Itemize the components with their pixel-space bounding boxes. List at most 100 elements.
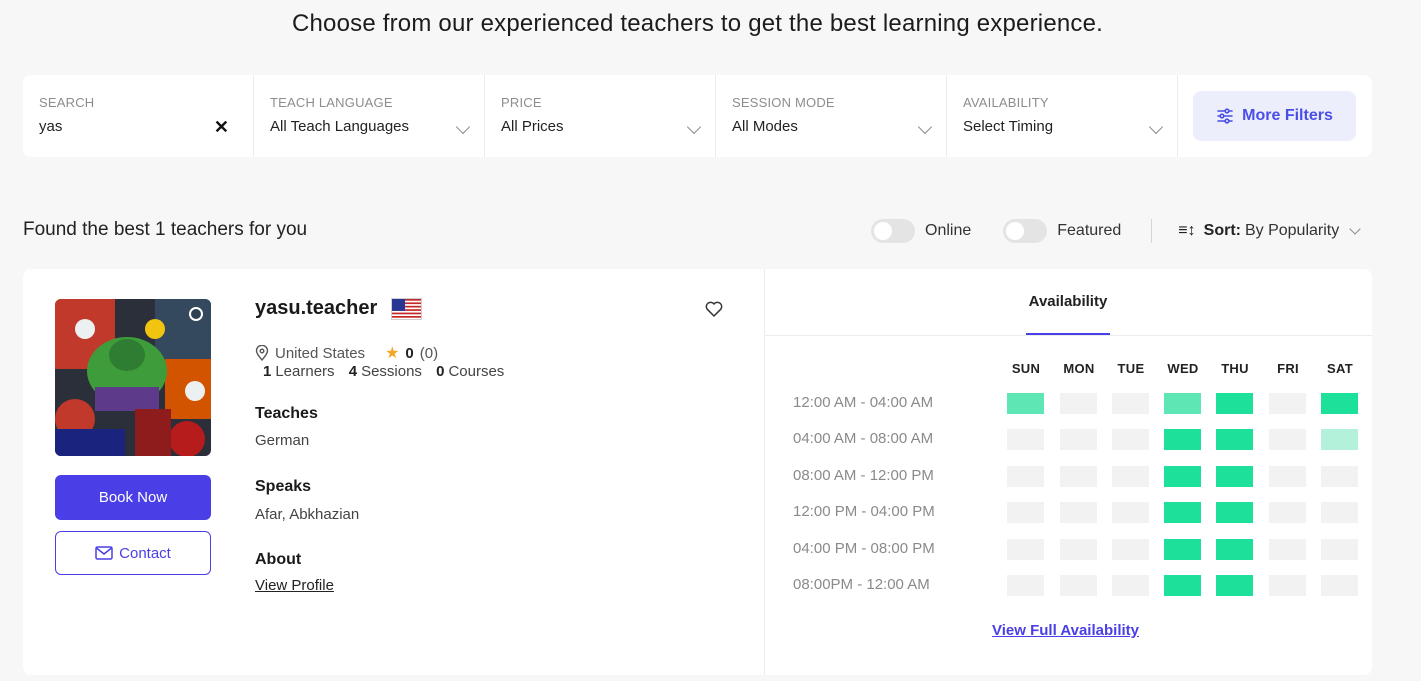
time-slot-label: 12:00 AM - 04:00 AM — [793, 394, 934, 411]
search-filter-label: SEARCH — [39, 95, 95, 110]
availability-slot — [1060, 575, 1097, 596]
session-mode-select[interactable]: All Modes — [732, 118, 930, 135]
search-filter[interactable]: SEARCH yas ✕ — [23, 75, 254, 157]
availability-slot — [1164, 466, 1201, 487]
day-header-tue: TUE — [1117, 361, 1145, 376]
day-header-wed: WED — [1167, 361, 1199, 376]
availability-slot — [1007, 539, 1044, 560]
tab-availability[interactable]: Availability — [1026, 293, 1110, 310]
availability-slot — [1007, 575, 1044, 596]
teach-language-select[interactable]: All Teach Languages — [270, 118, 468, 135]
heart-icon[interactable] — [705, 301, 723, 317]
more-filters-cell: More Filters — [1178, 75, 1372, 157]
avatar-image — [55, 299, 211, 456]
speaks-value: Afar, Abkhazian — [255, 506, 360, 523]
availability-slot — [1060, 502, 1097, 523]
day-header-mon: MON — [1063, 361, 1095, 376]
online-toggle-label: Online — [925, 222, 972, 239]
about-heading: About — [255, 551, 302, 568]
featured-toggle-label: Featured — [1057, 222, 1122, 239]
online-toggle[interactable] — [871, 219, 915, 243]
availability-slot — [1060, 393, 1097, 414]
sort-dropdown[interactable]: ≡↕ Sort: By Popularity — [1178, 222, 1361, 240]
teacher-info-pane: Book Now Contact yasu.teacher United Sta… — [23, 269, 765, 675]
availability-label: AVAILABILITY — [963, 95, 1049, 110]
availability-slot — [1269, 429, 1306, 450]
sessions-label: Sessions — [361, 363, 422, 380]
availability-slot — [1007, 502, 1044, 523]
availability-slot — [1321, 575, 1358, 596]
teacher-stats-row: 1 Learners 4 Sessions 0 Courses — [263, 363, 504, 380]
featured-toggle[interactable] — [1003, 219, 1048, 243]
session-mode-filter[interactable]: SESSION MODE All Modes — [716, 75, 947, 157]
availability-select[interactable]: Select Timing — [963, 118, 1161, 135]
availability-slot — [1007, 393, 1044, 414]
time-slot-label: 08:00 AM - 12:00 PM — [793, 467, 934, 484]
availability-slot — [1269, 502, 1306, 523]
availability-slot — [1269, 539, 1306, 560]
teacher-meta-row: United States ★ 0 (0) — [255, 343, 438, 363]
teacher-card: Book Now Contact yasu.teacher United Sta… — [23, 269, 1372, 675]
sessions-count: 4 — [348, 363, 358, 380]
sort-value: By Popularity — [1244, 222, 1340, 239]
availability-slot — [1164, 539, 1201, 560]
day-header-thu: THU — [1221, 361, 1249, 376]
avatar[interactable] — [55, 299, 211, 456]
page-headline: Choose from our experienced teachers to … — [291, 10, 1104, 37]
courses-label: Courses — [448, 363, 505, 380]
contact-button[interactable]: Contact — [55, 531, 211, 575]
chevron-down-icon[interactable] — [1349, 223, 1361, 235]
availability-slot — [1216, 466, 1253, 487]
availability-slot — [1321, 429, 1358, 450]
availability-pane: Availability SUN MON TUE WED THU FRI SAT 12:00 … — [765, 269, 1372, 675]
us-flag-icon — [391, 297, 423, 320]
sort-label: Sort: — [1203, 222, 1241, 239]
sliders-icon — [1217, 108, 1233, 124]
close-icon[interactable]: ✕ — [214, 118, 229, 136]
view-full-availability-link[interactable]: View Full Availability — [992, 622, 1139, 639]
availability-slot — [1112, 429, 1149, 450]
availability-slot — [1060, 539, 1097, 560]
book-now-button[interactable]: Book Now — [55, 475, 211, 520]
more-filters-label: More Filters — [1242, 107, 1333, 124]
teach-language-label: TEACH LANGUAGE — [270, 95, 393, 110]
filter-bar: SEARCH yas ✕ TEACH LANGUAGE All Teach La… — [23, 75, 1372, 157]
view-profile-link[interactable]: View Profile — [255, 577, 334, 594]
contact-label: Contact — [119, 544, 171, 562]
day-header-sun: SUN — [1011, 361, 1041, 376]
results-toolbar: Online Featured ≡↕ Sort: By Popularity — [871, 219, 1361, 243]
availability-slot — [1216, 502, 1253, 523]
time-slot-label: 04:00 AM - 08:00 AM — [793, 430, 934, 447]
price-select[interactable]: All Prices — [501, 118, 699, 135]
availability-slot — [1112, 502, 1149, 523]
availability-slot — [1216, 539, 1253, 560]
teaches-value: German — [255, 432, 310, 449]
search-input[interactable]: yas — [39, 118, 237, 135]
availability-slot — [1164, 502, 1201, 523]
teacher-name-row: yasu.teacher — [255, 297, 423, 320]
mail-icon — [95, 546, 113, 560]
star-icon: ★ — [385, 345, 400, 362]
teacher-rating-count: (0) — [419, 344, 439, 362]
online-toggle-group[interactable]: Online — [871, 219, 971, 243]
price-filter[interactable]: PRICE All Prices — [485, 75, 716, 157]
availability-filter[interactable]: AVAILABILITY Select Timing — [947, 75, 1178, 157]
location-pin-icon — [255, 345, 269, 361]
price-label: PRICE — [501, 95, 542, 110]
teaches-heading: Teaches — [255, 405, 318, 422]
teacher-country: United States — [275, 344, 366, 362]
availability-slot — [1164, 575, 1201, 596]
session-mode-label: SESSION MODE — [732, 95, 835, 110]
availability-slot — [1216, 429, 1253, 450]
availability-slot — [1269, 575, 1306, 596]
teach-language-filter[interactable]: TEACH LANGUAGE All Teach Languages — [254, 75, 485, 157]
availability-slot — [1269, 466, 1306, 487]
availability-slot — [1321, 502, 1358, 523]
featured-toggle-group[interactable]: Featured — [1003, 219, 1121, 243]
availability-slot — [1321, 466, 1358, 487]
availability-slot — [1216, 393, 1253, 414]
toolbar-divider — [1151, 219, 1153, 243]
teacher-name[interactable]: yasu.teacher — [255, 297, 377, 320]
more-filters-button[interactable]: More Filters — [1193, 91, 1356, 141]
time-slot-label: 04:00 PM - 08:00 PM — [793, 540, 935, 557]
